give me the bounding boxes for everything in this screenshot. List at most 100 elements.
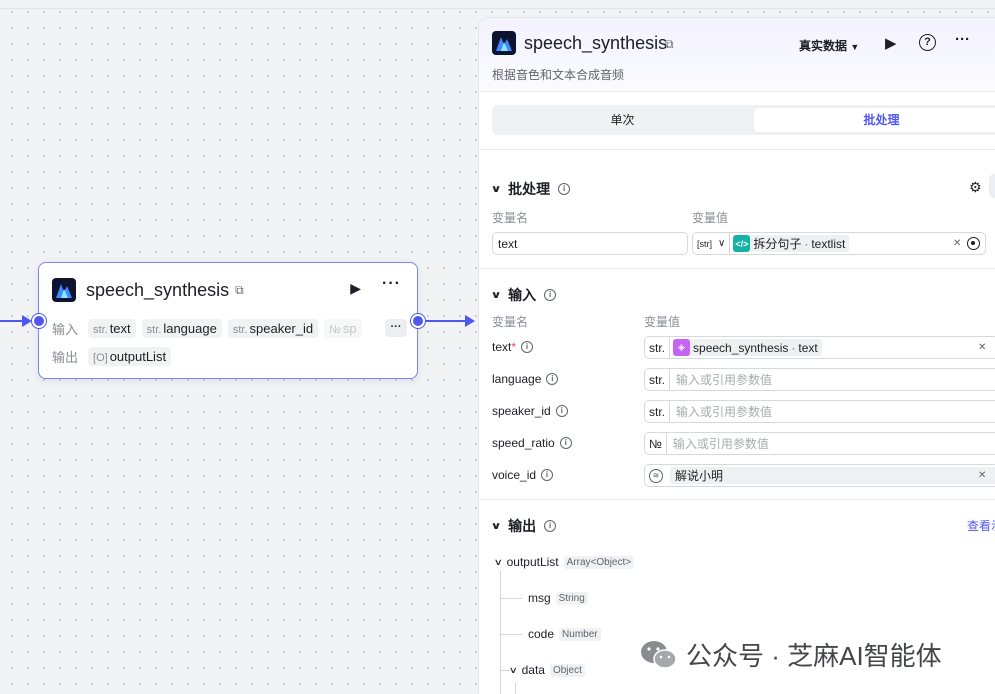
- placeholder: 输入或引用参数值: [676, 405, 773, 419]
- param-label-text: text* i: [492, 340, 534, 354]
- tree-line: [500, 571, 501, 694]
- input-section-title[interactable]: ∨ 输入 i: [490, 285, 557, 305]
- watermark: 公众号 · 芝麻AI智能体: [640, 636, 942, 673]
- required-mark: *: [511, 340, 517, 354]
- output-tree-item: msg String: [528, 591, 588, 605]
- tree-line: [500, 634, 522, 635]
- run-node-icon[interactable]: ▶: [350, 280, 361, 297]
- node-input-chip: str. text: [88, 319, 136, 338]
- code-node-icon: </>: [733, 235, 751, 252]
- plugin-logo-icon: [492, 31, 516, 55]
- node-inputs-row: 输入 str. text str. language str. speaker_id …: [52, 319, 362, 338]
- node-inputs-more-button[interactable]: ···: [385, 319, 407, 337]
- tab-batch[interactable]: 批处理: [754, 108, 995, 132]
- node-input-chip: № sp: [324, 319, 362, 338]
- node-output-label: 输出: [52, 350, 79, 365]
- data-mode-dropdown[interactable]: 真实数据 ▼: [799, 37, 859, 54]
- output-tree-item[interactable]: ∨ outputList Array<Object>: [494, 555, 635, 569]
- type-badge: str.: [645, 401, 671, 422]
- info-icon: i: [544, 520, 557, 532]
- param-label-voice-id: voice_id i: [492, 468, 554, 482]
- voice-wave-icon: ≋: [649, 468, 663, 483]
- reference-chip: </> 拆分句子 · textlist: [733, 235, 850, 252]
- node-title: speech_synthesis: [86, 279, 230, 300]
- type-tag: String: [555, 591, 588, 605]
- param-input-text[interactable]: str. ◈ speech_synthesis · text ✕: [644, 336, 995, 359]
- mode-tabs: 单次 批处理: [492, 105, 995, 135]
- placeholder: 输入或引用参数值: [676, 373, 773, 387]
- voice-chip: 解说小明: [670, 467, 995, 484]
- copy-icon[interactable]: ⧉: [235, 283, 244, 298]
- var-value-header: 变量值: [644, 315, 681, 329]
- node-config-panel: speech_synthesis ⧉ 根据音色和文本合成音频 真实数据 ▼ ▶ …: [478, 17, 995, 694]
- chevron-down-icon: ∨: [490, 520, 502, 532]
- divider: [479, 499, 995, 500]
- run-icon[interactable]: ▶: [885, 34, 897, 52]
- type-badge: str.: [645, 369, 671, 390]
- chevron-down-icon: ∨: [490, 289, 502, 301]
- batch-config-button[interactable]: [989, 174, 995, 198]
- help-icon[interactable]: ?: [919, 34, 936, 51]
- tree-line: [500, 598, 522, 599]
- outgoing-edge: [425, 320, 467, 322]
- node-more-icon[interactable]: ···: [382, 275, 401, 293]
- info-icon: i: [541, 469, 554, 481]
- var-name-header: 变量名: [492, 315, 529, 329]
- var-name-header: 变量名: [492, 211, 529, 225]
- view-example-link[interactable]: 查看示: [967, 517, 995, 534]
- speech-synthesis-node[interactable]: speech_synthesis ⧉ ▶ ··· 输入 str. text str…: [38, 262, 418, 379]
- panel-header: speech_synthesis ⧉ 根据音色和文本合成音频 真实数据 ▼ ▶ …: [479, 18, 995, 92]
- placeholder: 输入或引用参数值: [672, 437, 769, 451]
- param-label-language: language i: [492, 372, 559, 386]
- type-badge: №: [645, 433, 667, 454]
- info-icon: i: [558, 183, 571, 195]
- output-tree-item: code Number: [528, 627, 601, 641]
- divider: [479, 149, 995, 150]
- param-label-speaker-id: speaker_id i: [492, 404, 568, 418]
- batch-var-name-input[interactable]: text: [492, 232, 688, 255]
- clear-icon[interactable]: ✕: [978, 342, 986, 353]
- clear-icon[interactable]: ✕: [978, 470, 986, 481]
- node-output-port[interactable]: [411, 314, 425, 328]
- tab-single[interactable]: 单次: [495, 108, 750, 132]
- chevron-down-icon[interactable]: ∨: [509, 665, 518, 676]
- outgoing-arrow-head: [465, 315, 475, 327]
- incoming-arrow-head: [22, 315, 32, 327]
- more-icon[interactable]: ···: [955, 31, 970, 48]
- plugin-logo-icon: [52, 278, 76, 302]
- type-badge: str.: [645, 337, 671, 358]
- param-input-language[interactable]: str. 输入或引用参数值: [644, 368, 995, 391]
- batch-var-value-input[interactable]: [str] ∨ </> 拆分句子 · textlist ✕: [692, 232, 986, 255]
- plugin-node-icon: ◈: [673, 339, 691, 356]
- node-input-label: 输入: [52, 322, 79, 337]
- param-input-speaker-id[interactable]: str. 输入或引用参数值: [644, 400, 995, 423]
- var-value-header: 变量值: [692, 211, 729, 225]
- reference-chip: ◈ speech_synthesis · text: [673, 339, 822, 356]
- param-input-speed-ratio[interactable]: № 输入或引用参数值: [644, 432, 995, 455]
- watermark-text: 公众号 · 芝麻AI智能体: [686, 641, 942, 671]
- param-input-voice-id[interactable]: ≋ 解说小明 ✕: [644, 464, 995, 487]
- chevron-down-icon[interactable]: ∨: [494, 557, 503, 568]
- copy-icon[interactable]: ⧉: [665, 37, 674, 52]
- node-header: speech_synthesis ⧉ ▶ ···: [52, 275, 405, 303]
- settings-icon[interactable]: ⚙: [969, 179, 982, 196]
- batch-section-title[interactable]: ∨ 批处理 i: [490, 179, 571, 199]
- output-section-title[interactable]: ∨ 输出 i: [490, 516, 557, 536]
- chevron-down-icon: ∨: [490, 183, 502, 195]
- canvas-top-border: [0, 8, 995, 9]
- tree-line: [515, 683, 516, 694]
- type-selector[interactable]: [str] ∨: [693, 233, 731, 254]
- voice-type-badge: ≋: [645, 465, 667, 486]
- info-icon: i: [555, 405, 568, 417]
- panel-title: speech_synthesis: [524, 33, 668, 53]
- output-tree-item[interactable]: ∨ data Object: [509, 663, 585, 677]
- info-icon: i: [521, 341, 534, 353]
- node-output-chip: [O] outputList: [88, 347, 172, 366]
- reference-picker-icon[interactable]: [967, 237, 980, 250]
- node-input-port[interactable]: [32, 314, 46, 328]
- type-tag: Object: [549, 663, 585, 677]
- chevron-down-icon: ▼: [850, 42, 860, 52]
- wechat-icon: [640, 639, 678, 671]
- param-label-speed-ratio: speed_ratio i: [492, 436, 572, 450]
- clear-icon[interactable]: ✕: [953, 238, 961, 249]
